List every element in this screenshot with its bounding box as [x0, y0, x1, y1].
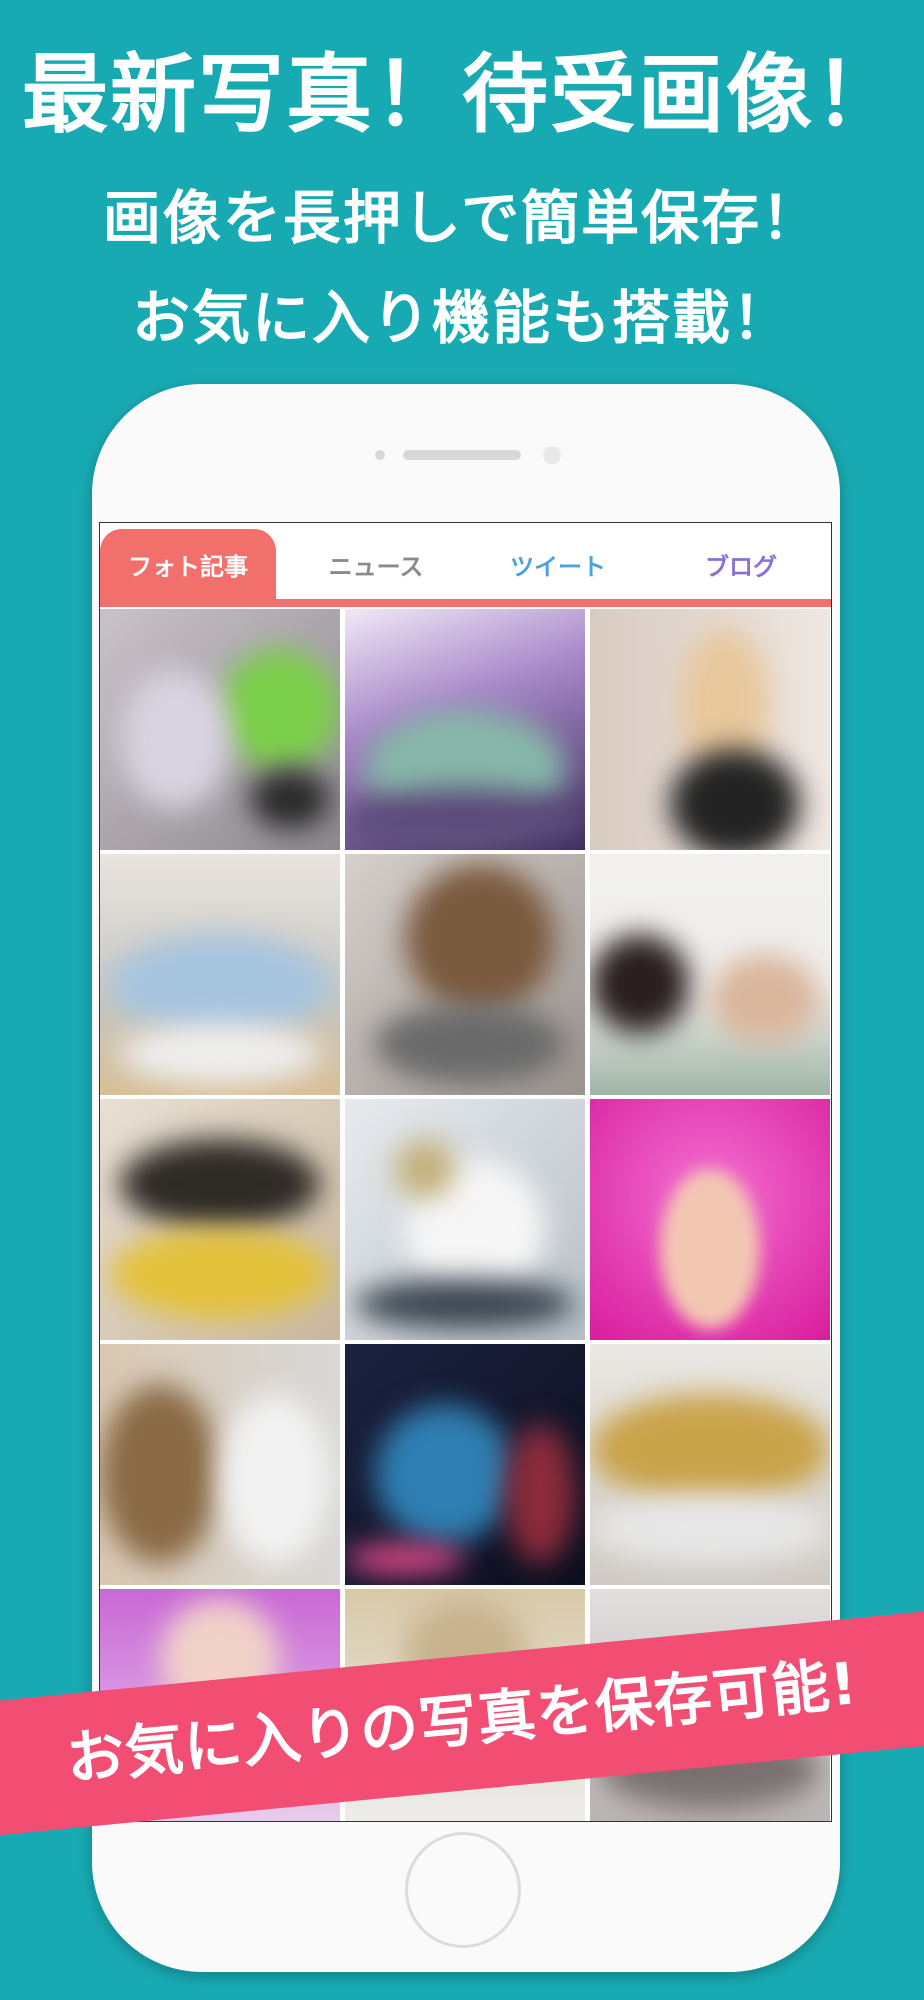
- photo-thumbnail[interactable]: [100, 1099, 340, 1340]
- photo-thumbnail[interactable]: [100, 854, 340, 1095]
- photo-thumbnail[interactable]: [345, 1344, 585, 1585]
- promo-headline: 最新写真！待受画像！: [22, 45, 902, 145]
- photo-thumbnail[interactable]: [345, 854, 585, 1095]
- tab-bar: フォト記事 ニュース ツイート ブログ: [100, 523, 831, 607]
- photo-thumbnail[interactable]: [100, 609, 340, 850]
- photo-thumbnail[interactable]: [590, 1344, 830, 1585]
- photo-thumbnail[interactable]: [590, 609, 830, 850]
- tab-photo-articles[interactable]: フォト記事: [100, 529, 276, 601]
- earpiece-speaker: [403, 450, 521, 460]
- front-sensor: [375, 450, 385, 460]
- tab-tweets[interactable]: ツイート: [468, 529, 648, 601]
- promo-subline-favorite: お気に入り機能も搭載！: [131, 284, 792, 352]
- promo-subline-save: 画像を長押しで簡単保存！: [102, 184, 822, 252]
- tab-news[interactable]: ニュース: [286, 529, 466, 601]
- photo-thumbnail[interactable]: [590, 1099, 830, 1340]
- photo-thumbnail[interactable]: [100, 1344, 340, 1585]
- tab-blog[interactable]: ブログ: [651, 529, 831, 601]
- photo-thumbnail[interactable]: [345, 1099, 585, 1340]
- home-button[interactable]: [405, 1832, 521, 1948]
- photo-thumbnail[interactable]: [590, 854, 830, 1095]
- photo-thumbnail[interactable]: [345, 609, 585, 850]
- front-camera: [543, 446, 561, 464]
- app-screen: フォト記事 ニュース ツイート ブログ: [99, 522, 832, 1822]
